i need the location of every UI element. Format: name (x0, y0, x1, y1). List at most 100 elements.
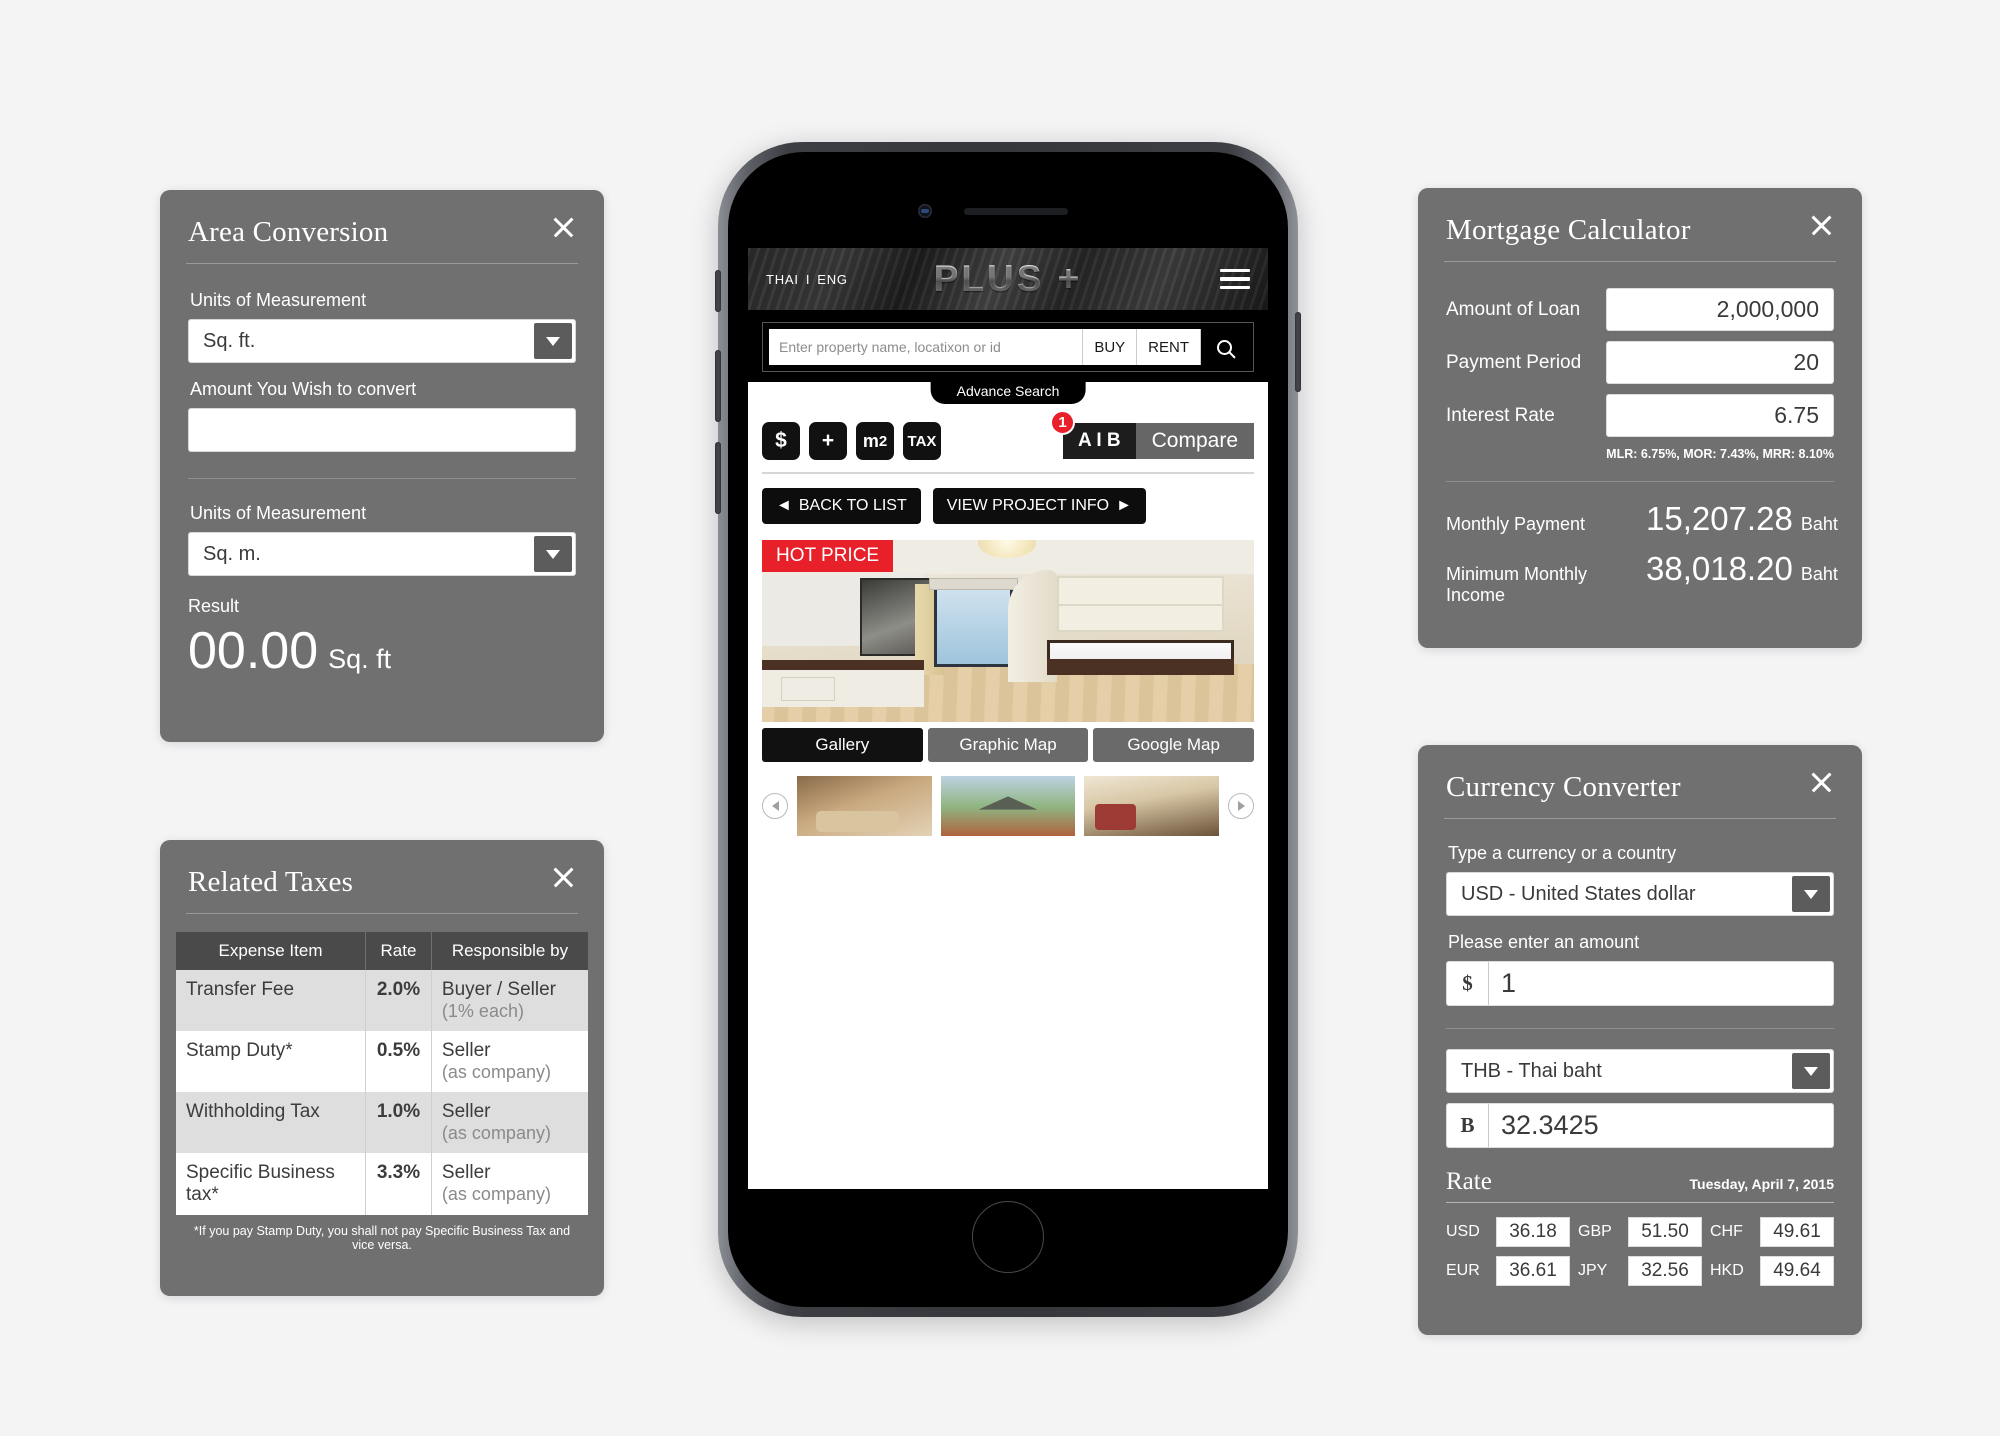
rent-button[interactable]: RENT (1137, 329, 1201, 365)
rate-code: GBP (1578, 1223, 1612, 1240)
reference-rate-note: MLR: 6.75%, MOR: 7.43%, MRR: 8.10% (1606, 447, 1834, 461)
cell-responsible: Buyer / Seller (1% each) (431, 970, 588, 1031)
close-icon[interactable] (548, 212, 578, 242)
rate-value: 36.18 (1496, 1217, 1570, 1247)
thumbnail-carousel (762, 776, 1255, 836)
close-icon[interactable] (1806, 210, 1836, 240)
view-project-info-button[interactable]: VIEW PROJECT INFO ► (932, 488, 1146, 524)
divider (1446, 1202, 1834, 1203)
amount-label: Please enter an amount (1448, 932, 1640, 952)
gallery-tabs: Gallery Graphic Map Google Map (762, 728, 1255, 762)
amount-label: Amount You Wish to convert (190, 379, 417, 399)
home-button[interactable] (972, 1201, 1044, 1273)
result-label: Result (188, 596, 240, 616)
loan-amount-label: Amount of Loan (1446, 298, 1581, 320)
advance-search-tab[interactable]: Advance Search (930, 381, 1086, 404)
hamburger-icon[interactable] (1220, 268, 1250, 290)
chevron-down-icon[interactable] (1792, 1053, 1830, 1089)
amount-input-group[interactable]: $ 1 (1446, 961, 1834, 1006)
dollar-icon[interactable]: $ (762, 422, 800, 460)
rate-code: CHF (1710, 1223, 1743, 1240)
tab-gallery[interactable]: Gallery (762, 728, 923, 762)
nav-button-row: ◄ BACK TO LIST VIEW PROJECT INFO ► (748, 474, 1268, 524)
table-row: Transfer Fee 2.0% Buyer / Seller (1% eac… (176, 970, 588, 1031)
column-header-responsible: Responsible by (431, 932, 588, 970)
table-row: Stamp Duty* 0.5% Seller (as company) (176, 1031, 588, 1092)
thumbnail-item[interactable] (797, 776, 932, 836)
chevron-right-icon[interactable] (1228, 793, 1255, 819)
back-to-list-button[interactable]: ◄ BACK TO LIST (762, 488, 921, 524)
area-conversion-title: Area Conversion (188, 216, 389, 248)
rate-code: EUR (1446, 1262, 1480, 1279)
compare-badge: 1 (1050, 410, 1076, 435)
mortgage-title: Mortgage Calculator (1446, 214, 1691, 246)
dollar-symbol-icon: $ (1447, 962, 1489, 1005)
monthly-payment-label: Monthly Payment (1446, 514, 1586, 534)
chevron-down-icon[interactable] (534, 536, 572, 572)
section-divider (1446, 481, 1834, 482)
tab-google-map[interactable]: Google Map (1093, 728, 1255, 762)
currency-to-select[interactable]: THB - Thai baht (1446, 1049, 1834, 1093)
rate-value: 49.64 (1760, 1256, 1834, 1286)
currency-to-value: THB - Thai baht (1461, 1059, 1602, 1082)
front-camera-icon (918, 204, 932, 218)
back-to-list-label: BACK TO LIST (798, 497, 907, 514)
result-input-group: B 32.3425 (1446, 1103, 1834, 1148)
units-from-select[interactable]: Sq. ft. (188, 319, 576, 363)
units-to-label: Units of Measurement (190, 503, 367, 523)
chevron-down-icon[interactable] (1792, 876, 1830, 912)
interest-rate-input[interactable]: 6.75 (1606, 394, 1834, 437)
right-arrow-icon: ► (1116, 497, 1132, 514)
loan-amount-row: Amount of Loan 2,000,000 (1446, 288, 1834, 331)
rate-cell: USD 36.18 (1446, 1217, 1570, 1247)
chevron-down-icon[interactable] (534, 323, 572, 359)
plus-icon[interactable]: + (809, 422, 847, 460)
ab-toggle-button[interactable]: A I B (1063, 423, 1136, 459)
responsible-sub: (as company) (441, 1123, 551, 1143)
advance-search-row: Advance Search (748, 381, 1268, 406)
loan-amount-input[interactable]: 2,000,000 (1606, 288, 1834, 331)
currency-from-select[interactable]: USD - United States dollar (1446, 872, 1834, 916)
compare-group: 1 A I B Compare (1050, 410, 1254, 459)
cell-rate: 0.5% (365, 1031, 432, 1092)
table-row: Withholding Tax 1.0% Seller (as company) (176, 1092, 588, 1153)
amount-input[interactable]: 1 (1489, 962, 1833, 1005)
cell-responsible: Seller (as company) (431, 1031, 588, 1092)
square-meter-icon[interactable]: m2 (856, 422, 894, 460)
payment-period-input[interactable]: 20 (1606, 341, 1834, 384)
buy-button[interactable]: BUY (1083, 329, 1138, 365)
photo-detail (762, 660, 925, 708)
thumbnail-item[interactable] (940, 776, 1076, 836)
related-taxes-title: Related Taxes (188, 866, 354, 898)
minimum-income-row: Minimum Monthly Income 38,018.20 Baht (1446, 550, 1838, 606)
tool-row: $ + m2 TAX 1 A I B Compare (748, 406, 1268, 460)
units-to-select[interactable]: Sq. m. (188, 532, 576, 576)
tax-icon[interactable]: TAX (903, 422, 941, 460)
search-submit-button[interactable] (1201, 329, 1247, 365)
listing-photo[interactable]: HOT PRICE (762, 540, 1254, 722)
close-icon[interactable] (1806, 767, 1836, 797)
app-header: THAI I ENG PLUS + (748, 248, 1268, 310)
tab-graphic-map[interactable]: Graphic Map (927, 728, 1089, 762)
thumbnail-item[interactable] (1084, 776, 1220, 836)
power-button[interactable] (1295, 312, 1301, 392)
search-input[interactable]: Enter property name, locatixon or id (769, 329, 1084, 365)
result-value-row: 00.00 Sq. ft (188, 621, 576, 681)
volume-up-button[interactable] (715, 350, 721, 422)
cell-expense: Stamp Duty* (176, 1031, 367, 1092)
chevron-left-icon[interactable] (762, 793, 788, 819)
close-icon[interactable] (548, 862, 578, 892)
cell-rate: 1.0% (365, 1092, 432, 1153)
minimum-income-value: 38,018.20 (1646, 550, 1793, 587)
taxes-table: Expense Item Rate Responsible by Transfe… (176, 932, 588, 1215)
column-header-rate: Rate (365, 932, 432, 970)
currency-title: Currency Converter (1446, 771, 1681, 803)
payment-period-label: Payment Period (1446, 351, 1582, 373)
photo-detail (1057, 576, 1225, 632)
compare-button[interactable]: Compare (1135, 423, 1254, 459)
volume-down-button[interactable] (715, 442, 721, 514)
silent-switch[interactable] (715, 270, 721, 312)
baht-symbol-icon: B (1447, 1104, 1489, 1147)
amount-input[interactable] (188, 408, 576, 452)
left-arrow-icon: ◄ (776, 497, 792, 514)
